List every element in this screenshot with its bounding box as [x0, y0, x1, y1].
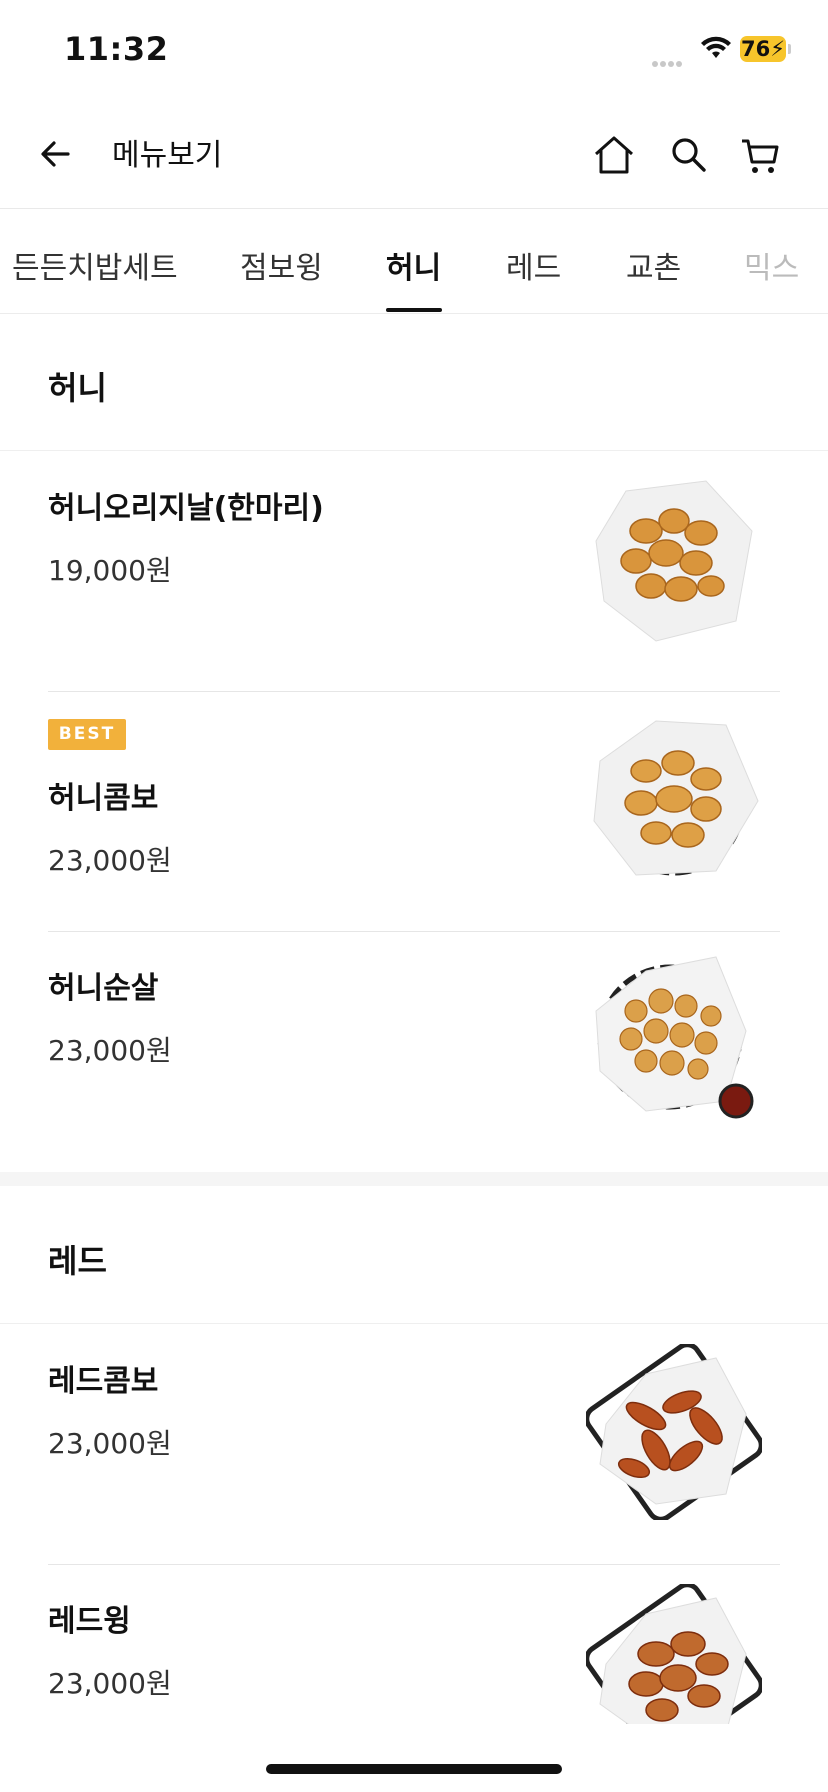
app-header: 메뉴보기 [0, 104, 828, 209]
item-name: 레드콤보 [48, 1364, 159, 1399]
battery-icon: 76⚡ [740, 36, 786, 62]
search-icon[interactable] [670, 136, 708, 174]
item-name: 레드윙 [48, 1604, 131, 1639]
tab-mix[interactable]: 믹스 [744, 243, 799, 287]
item-name: 허니순살 [48, 971, 159, 1006]
item-price: 19,000원 [48, 554, 172, 587]
wifi-icon [701, 36, 731, 58]
back-arrow-icon[interactable] [36, 134, 76, 174]
section-title: 레드 [48, 1242, 107, 1280]
item-price: 23,000원 [48, 1427, 172, 1460]
best-badge: BEST [48, 719, 126, 750]
tab-red[interactable]: 레드 [506, 243, 561, 287]
home-indicator[interactable] [266, 1764, 562, 1774]
chicken-image [593, 720, 759, 876]
tab-honey[interactable]: 허니 [386, 243, 441, 287]
item-name: 허니콤보 [48, 781, 159, 816]
tab-set-meal[interactable]: 든든치밥세트 [12, 243, 178, 287]
item-price: 23,000원 [48, 1034, 172, 1067]
menu-item-honey-boneless[interactable]: 허니순살 23,000원 [48, 931, 780, 1171]
battery-level: 76 [741, 37, 771, 61]
menu-item-red-wing[interactable]: 레드윙 23,000원 [48, 1564, 780, 1724]
section-header-red: 레드 [0, 1188, 828, 1324]
active-tab-indicator [386, 308, 442, 312]
menu-item-honey-original[interactable]: 허니오리지날(한마리) 19,000원 [48, 451, 780, 692]
section-title: 허니 [48, 369, 107, 407]
chicken-image [586, 1344, 762, 1520]
item-price: 23,000원 [48, 1667, 172, 1700]
page-title: 메뉴보기 [112, 138, 223, 173]
category-tabs: 든든치밥세트 점보윙 허니 레드 교촌 믹스 [0, 209, 828, 314]
tab-jumbo-wing[interactable]: 점보윙 [240, 243, 323, 287]
section-gap [0, 1172, 828, 1186]
chicken-image [586, 1584, 762, 1724]
cart-icon[interactable] [740, 136, 780, 176]
status-time: 11:32 [64, 30, 169, 68]
tab-kyochon[interactable]: 교촌 [626, 243, 681, 287]
battery-cap [788, 44, 791, 54]
item-price: 23,000원 [48, 844, 172, 877]
item-name: 허니오리지날(한마리) [48, 491, 324, 526]
chicken-image [595, 956, 754, 1119]
section-header-honey: 허니 [0, 315, 828, 451]
status-bar: 11:32 76⚡ [0, 0, 828, 100]
home-icon[interactable] [592, 134, 636, 176]
chicken-image [595, 480, 753, 642]
cellular-signal-icon [652, 52, 684, 71]
menu-item-honey-combo[interactable]: BEST 허니콤보 23,000원 [48, 691, 780, 932]
menu-item-red-combo[interactable]: 레드콤보 23,000원 [48, 1324, 780, 1565]
